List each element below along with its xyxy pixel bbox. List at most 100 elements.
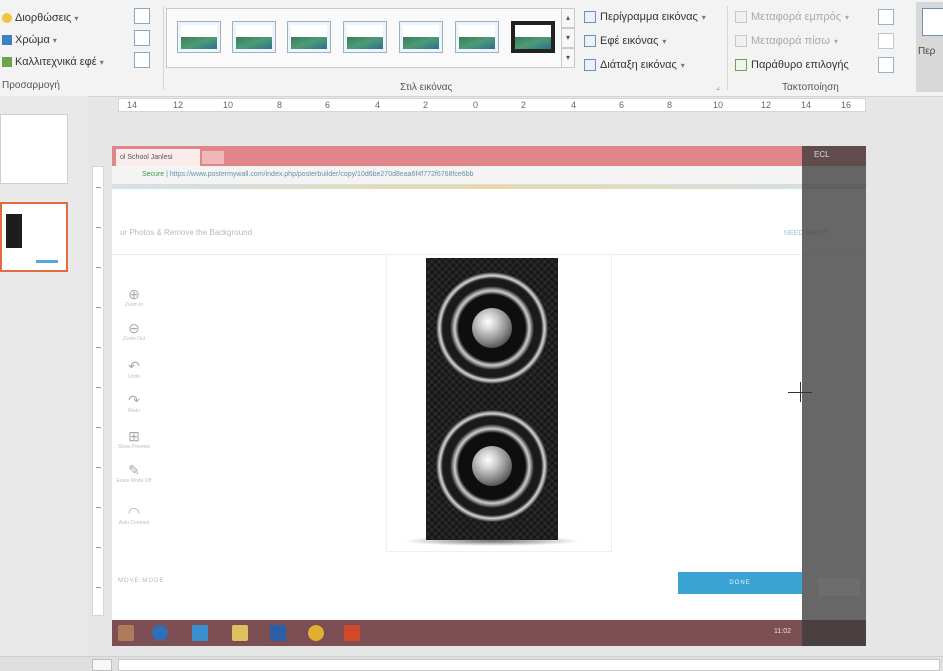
sun-icon xyxy=(2,13,12,23)
url-text: https://www.postermywall.com/index.php/p… xyxy=(169,171,474,178)
store-icon[interactable] xyxy=(192,625,208,641)
speaker-image xyxy=(426,258,558,540)
crosshair-cursor xyxy=(800,382,801,402)
ruler-label: 4 xyxy=(571,100,577,110)
ruler-label: 10 xyxy=(223,100,234,110)
bring-forward-button[interactable]: Μεταφορά εμπρός ▾ xyxy=(735,8,849,26)
word-icon[interactable] xyxy=(270,625,286,641)
tool-label: Zoom In xyxy=(124,302,144,308)
slide-screenshot-image[interactable]: ol School Janlesi Secure | https://www.p… xyxy=(112,146,866,646)
picture-styles-group-label: Στιλ εικόνας xyxy=(400,82,453,93)
send-backward-icon xyxy=(735,35,747,47)
chevron-down-icon: ▾ xyxy=(680,60,685,70)
align-icon[interactable] xyxy=(878,9,894,25)
ruler-label: 16 xyxy=(841,100,852,110)
erase-mode-tool[interactable]: ✎ Erase Mode Off xyxy=(116,462,152,484)
redo-icon: ↷ xyxy=(128,392,140,408)
selection-pane-label: Παράθυρο επιλογής xyxy=(751,59,849,71)
move-mode-label: MOVE MODE xyxy=(118,578,165,584)
picture-style-thumb[interactable] xyxy=(511,21,555,53)
ruler-label: 8 xyxy=(277,100,283,110)
artistic-effects-icon xyxy=(2,57,12,67)
picture-style-thumb[interactable] xyxy=(232,21,276,53)
windows-taskbar: 11:02 xyxy=(112,620,866,646)
color-label: Χρώμα xyxy=(15,34,50,46)
url-field[interactable]: Secure | https://www.postermywall.com/in… xyxy=(142,169,562,181)
zoom-out-tool[interactable]: ⊖ Zoom Out xyxy=(116,320,152,342)
chevron-down-icon: ▾ xyxy=(99,57,104,67)
tool-label: Erase Mode Off xyxy=(116,478,152,484)
chevron-down-icon: ▾ xyxy=(845,12,850,22)
gallery-scroll-down[interactable]: ▾ xyxy=(561,28,575,48)
redo-tool[interactable]: ↷ Redo xyxy=(116,392,152,414)
new-tab-button[interactable] xyxy=(202,151,224,164)
page-header-stripe xyxy=(112,185,866,189)
zoom-in-icon: ⊕ xyxy=(128,286,140,302)
compress-pictures-icon[interactable] xyxy=(134,8,150,24)
layout-icon xyxy=(584,59,596,71)
notes-toggle[interactable] xyxy=(92,659,112,671)
internet-explorer-icon[interactable] xyxy=(152,625,168,641)
rotate-icon[interactable] xyxy=(878,57,894,73)
zoom-in-tool[interactable]: ⊕ Zoom In xyxy=(116,286,152,308)
speaker-driver xyxy=(436,272,548,384)
dialog-launcher-icon[interactable]: ⌟ xyxy=(716,82,720,91)
crop-label: Περ xyxy=(918,46,936,57)
artistic-effects-button[interactable]: Καλλιτεχνικά εφέ ▾ xyxy=(2,54,104,70)
bring-forward-icon xyxy=(735,11,747,23)
slide-thumbnail-pane xyxy=(0,96,88,670)
chevron-down-icon: ▾ xyxy=(833,36,838,46)
gallery-more[interactable]: ▾ xyxy=(561,48,575,68)
group-objects-icon[interactable] xyxy=(878,33,894,49)
picture-style-thumb[interactable] xyxy=(399,21,443,53)
group-separator xyxy=(163,6,164,90)
overlay-block xyxy=(818,578,860,596)
browser-tab[interactable]: ol School Janlesi xyxy=(116,149,200,166)
slide-thumbnail-selected[interactable] xyxy=(0,202,68,272)
send-backward-button[interactable]: Μεταφορά πίσω ▾ xyxy=(735,32,838,50)
overlay-label: ECL xyxy=(814,150,830,159)
done-button[interactable]: DONE xyxy=(678,572,802,594)
contrast-icon: ◠ xyxy=(127,504,141,520)
notes-strip xyxy=(0,656,943,671)
reset-picture-icon[interactable] xyxy=(134,52,150,68)
slide-thumbnail[interactable] xyxy=(0,114,68,184)
powerpoint-icon[interactable] xyxy=(344,625,360,641)
picture-border-label: Περίγραμμα εικόνας xyxy=(600,11,698,23)
file-explorer-icon[interactable] xyxy=(232,625,248,641)
notes-field[interactable] xyxy=(118,659,940,671)
picture-effects-button[interactable]: Εφέ εικόνας ▾ xyxy=(584,32,666,50)
show-preview-tool[interactable]: ⊞ Show Preview xyxy=(116,428,152,450)
tool-label: Auto Contrast xyxy=(118,520,150,526)
corrections-button[interactable]: Διορθώσεις ▾ xyxy=(2,10,78,26)
send-backward-label: Μεταφορά πίσω xyxy=(751,35,830,47)
chevron-down-icon: ▾ xyxy=(74,13,79,23)
preview-icon: ⊞ xyxy=(128,428,140,444)
page-heading: ur Photos & Remove the Background xyxy=(120,228,253,237)
speaker-driver xyxy=(436,410,548,522)
picture-layout-button[interactable]: Διάταξη εικόνας ▾ xyxy=(584,56,685,74)
tool-label: Redo xyxy=(128,408,140,414)
corrections-label: Διορθώσεις xyxy=(15,12,72,24)
gallery-scroll-up[interactable]: ▴ xyxy=(561,8,575,28)
picture-border-button[interactable]: Περίγραμμα εικόνας ▾ xyxy=(584,8,706,26)
ruler-label: 12 xyxy=(173,100,184,110)
auto-contrast-tool[interactable]: ◠ Auto Contrast xyxy=(116,504,152,526)
undo-tool[interactable]: ↶ Undo xyxy=(116,358,152,380)
color-button[interactable]: Χρώμα ▾ xyxy=(2,32,57,48)
selection-pane-button[interactable]: Παράθυρο επιλογής xyxy=(735,56,849,74)
picture-style-thumb[interactable] xyxy=(287,21,331,53)
start-icon[interactable] xyxy=(118,625,134,641)
tool-label: Undo xyxy=(128,374,140,380)
picture-style-thumb[interactable] xyxy=(177,21,221,53)
change-picture-icon[interactable] xyxy=(134,30,150,46)
chevron-down-icon: ▾ xyxy=(701,12,706,22)
ruler-label: 12 xyxy=(761,100,772,110)
chevron-down-icon: ▾ xyxy=(662,36,667,46)
vertical-ruler xyxy=(92,166,104,616)
picture-style-thumb[interactable] xyxy=(455,21,499,53)
crop-button[interactable]: Περ xyxy=(916,2,943,92)
chrome-icon[interactable] xyxy=(308,625,324,641)
secure-label: Secure xyxy=(142,171,165,178)
picture-style-thumb[interactable] xyxy=(343,21,387,53)
